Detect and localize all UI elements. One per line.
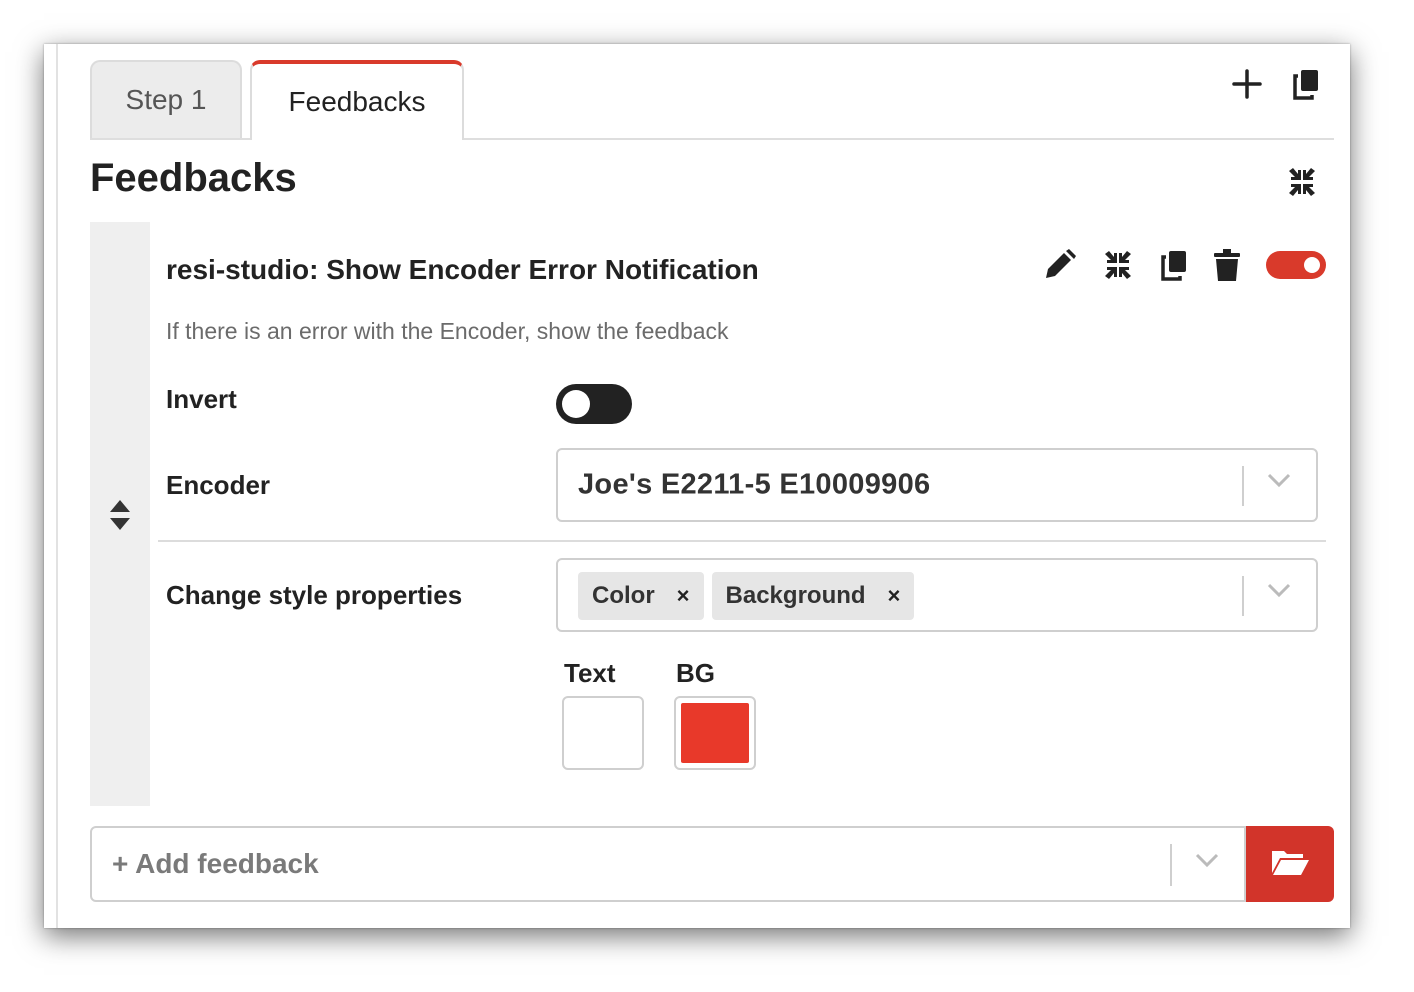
add-feedback-select[interactable]: + Add feedback bbox=[90, 826, 1246, 902]
tab-feedbacks-label: Feedbacks bbox=[288, 86, 426, 117]
copy-icon[interactable] bbox=[1292, 68, 1320, 100]
feedback-description: If there is an error with the Encoder, s… bbox=[166, 318, 729, 344]
chip-background: Background × bbox=[711, 572, 915, 620]
collapse-icon[interactable] bbox=[1286, 166, 1318, 198]
encoder-label: Encoder bbox=[166, 470, 271, 500]
feedback-card: resi-studio: Show Encoder Error Notifica… bbox=[150, 222, 1334, 806]
chevron-down-icon[interactable] bbox=[1266, 582, 1292, 603]
folder-open-icon bbox=[1270, 847, 1310, 882]
invert-label: Invert bbox=[166, 384, 237, 414]
tab-step-1[interactable]: Step 1 bbox=[90, 60, 242, 138]
style-chips: Color × Background × bbox=[578, 572, 915, 620]
drag-handle-icon[interactable] bbox=[108, 498, 132, 537]
select-separator bbox=[1242, 576, 1244, 616]
bg-color-label: BG bbox=[676, 658, 715, 688]
encoder-value: Joe's E2211-5 E10009906 bbox=[578, 468, 931, 501]
select-separator bbox=[1242, 466, 1244, 506]
chip-remove-color[interactable]: × bbox=[677, 583, 690, 609]
trash-icon[interactable] bbox=[1214, 249, 1240, 281]
feedbacks-window: Step 1 Feedbacks Feedbacks resi-studio: … bbox=[44, 44, 1350, 928]
style-properties-label: Change style properties bbox=[166, 580, 463, 610]
chip-color-label: Color bbox=[592, 582, 655, 609]
window-edge bbox=[56, 44, 58, 928]
toggle-knob bbox=[562, 390, 590, 418]
tab-bar: Step 1 Feedbacks bbox=[90, 44, 1334, 140]
feedback-enabled-toggle[interactable] bbox=[1266, 251, 1326, 279]
text-color-fill bbox=[569, 703, 637, 763]
plus-icon[interactable] bbox=[1232, 69, 1262, 99]
text-color-swatch[interactable] bbox=[562, 696, 644, 770]
bg-color-fill bbox=[681, 703, 749, 763]
tab-actions bbox=[1232, 68, 1320, 100]
chevron-down-icon[interactable] bbox=[1266, 472, 1292, 493]
divider bbox=[158, 540, 1326, 542]
collapse-icon[interactable] bbox=[1102, 249, 1134, 281]
copy-icon[interactable] bbox=[1160, 249, 1188, 281]
invert-toggle[interactable] bbox=[556, 384, 632, 424]
chevron-down-icon[interactable] bbox=[1194, 852, 1220, 873]
pencil-icon[interactable] bbox=[1042, 248, 1076, 282]
text-color-label: Text bbox=[564, 658, 616, 688]
feedback-panel: resi-studio: Show Encoder Error Notifica… bbox=[90, 222, 1334, 806]
feedback-title: resi-studio: Show Encoder Error Notifica… bbox=[166, 254, 759, 285]
bg-color-swatch[interactable] bbox=[674, 696, 756, 770]
open-folder-button[interactable] bbox=[1246, 826, 1334, 902]
chip-background-label: Background bbox=[725, 582, 866, 609]
tab-step-1-label: Step 1 bbox=[125, 84, 207, 115]
toggle-knob bbox=[1304, 257, 1320, 273]
tab-feedbacks[interactable]: Feedbacks bbox=[250, 60, 464, 140]
feedback-actions bbox=[1042, 248, 1326, 282]
chip-remove-background[interactable]: × bbox=[888, 583, 901, 609]
style-properties-select[interactable]: Color × Background × bbox=[556, 558, 1318, 632]
add-feedback-placeholder: + Add feedback bbox=[112, 848, 319, 879]
encoder-select[interactable]: Joe's E2211-5 E10009906 bbox=[556, 448, 1318, 522]
chip-color: Color × bbox=[578, 572, 704, 620]
section-title: Feedbacks bbox=[90, 156, 297, 200]
select-separator bbox=[1170, 844, 1172, 886]
